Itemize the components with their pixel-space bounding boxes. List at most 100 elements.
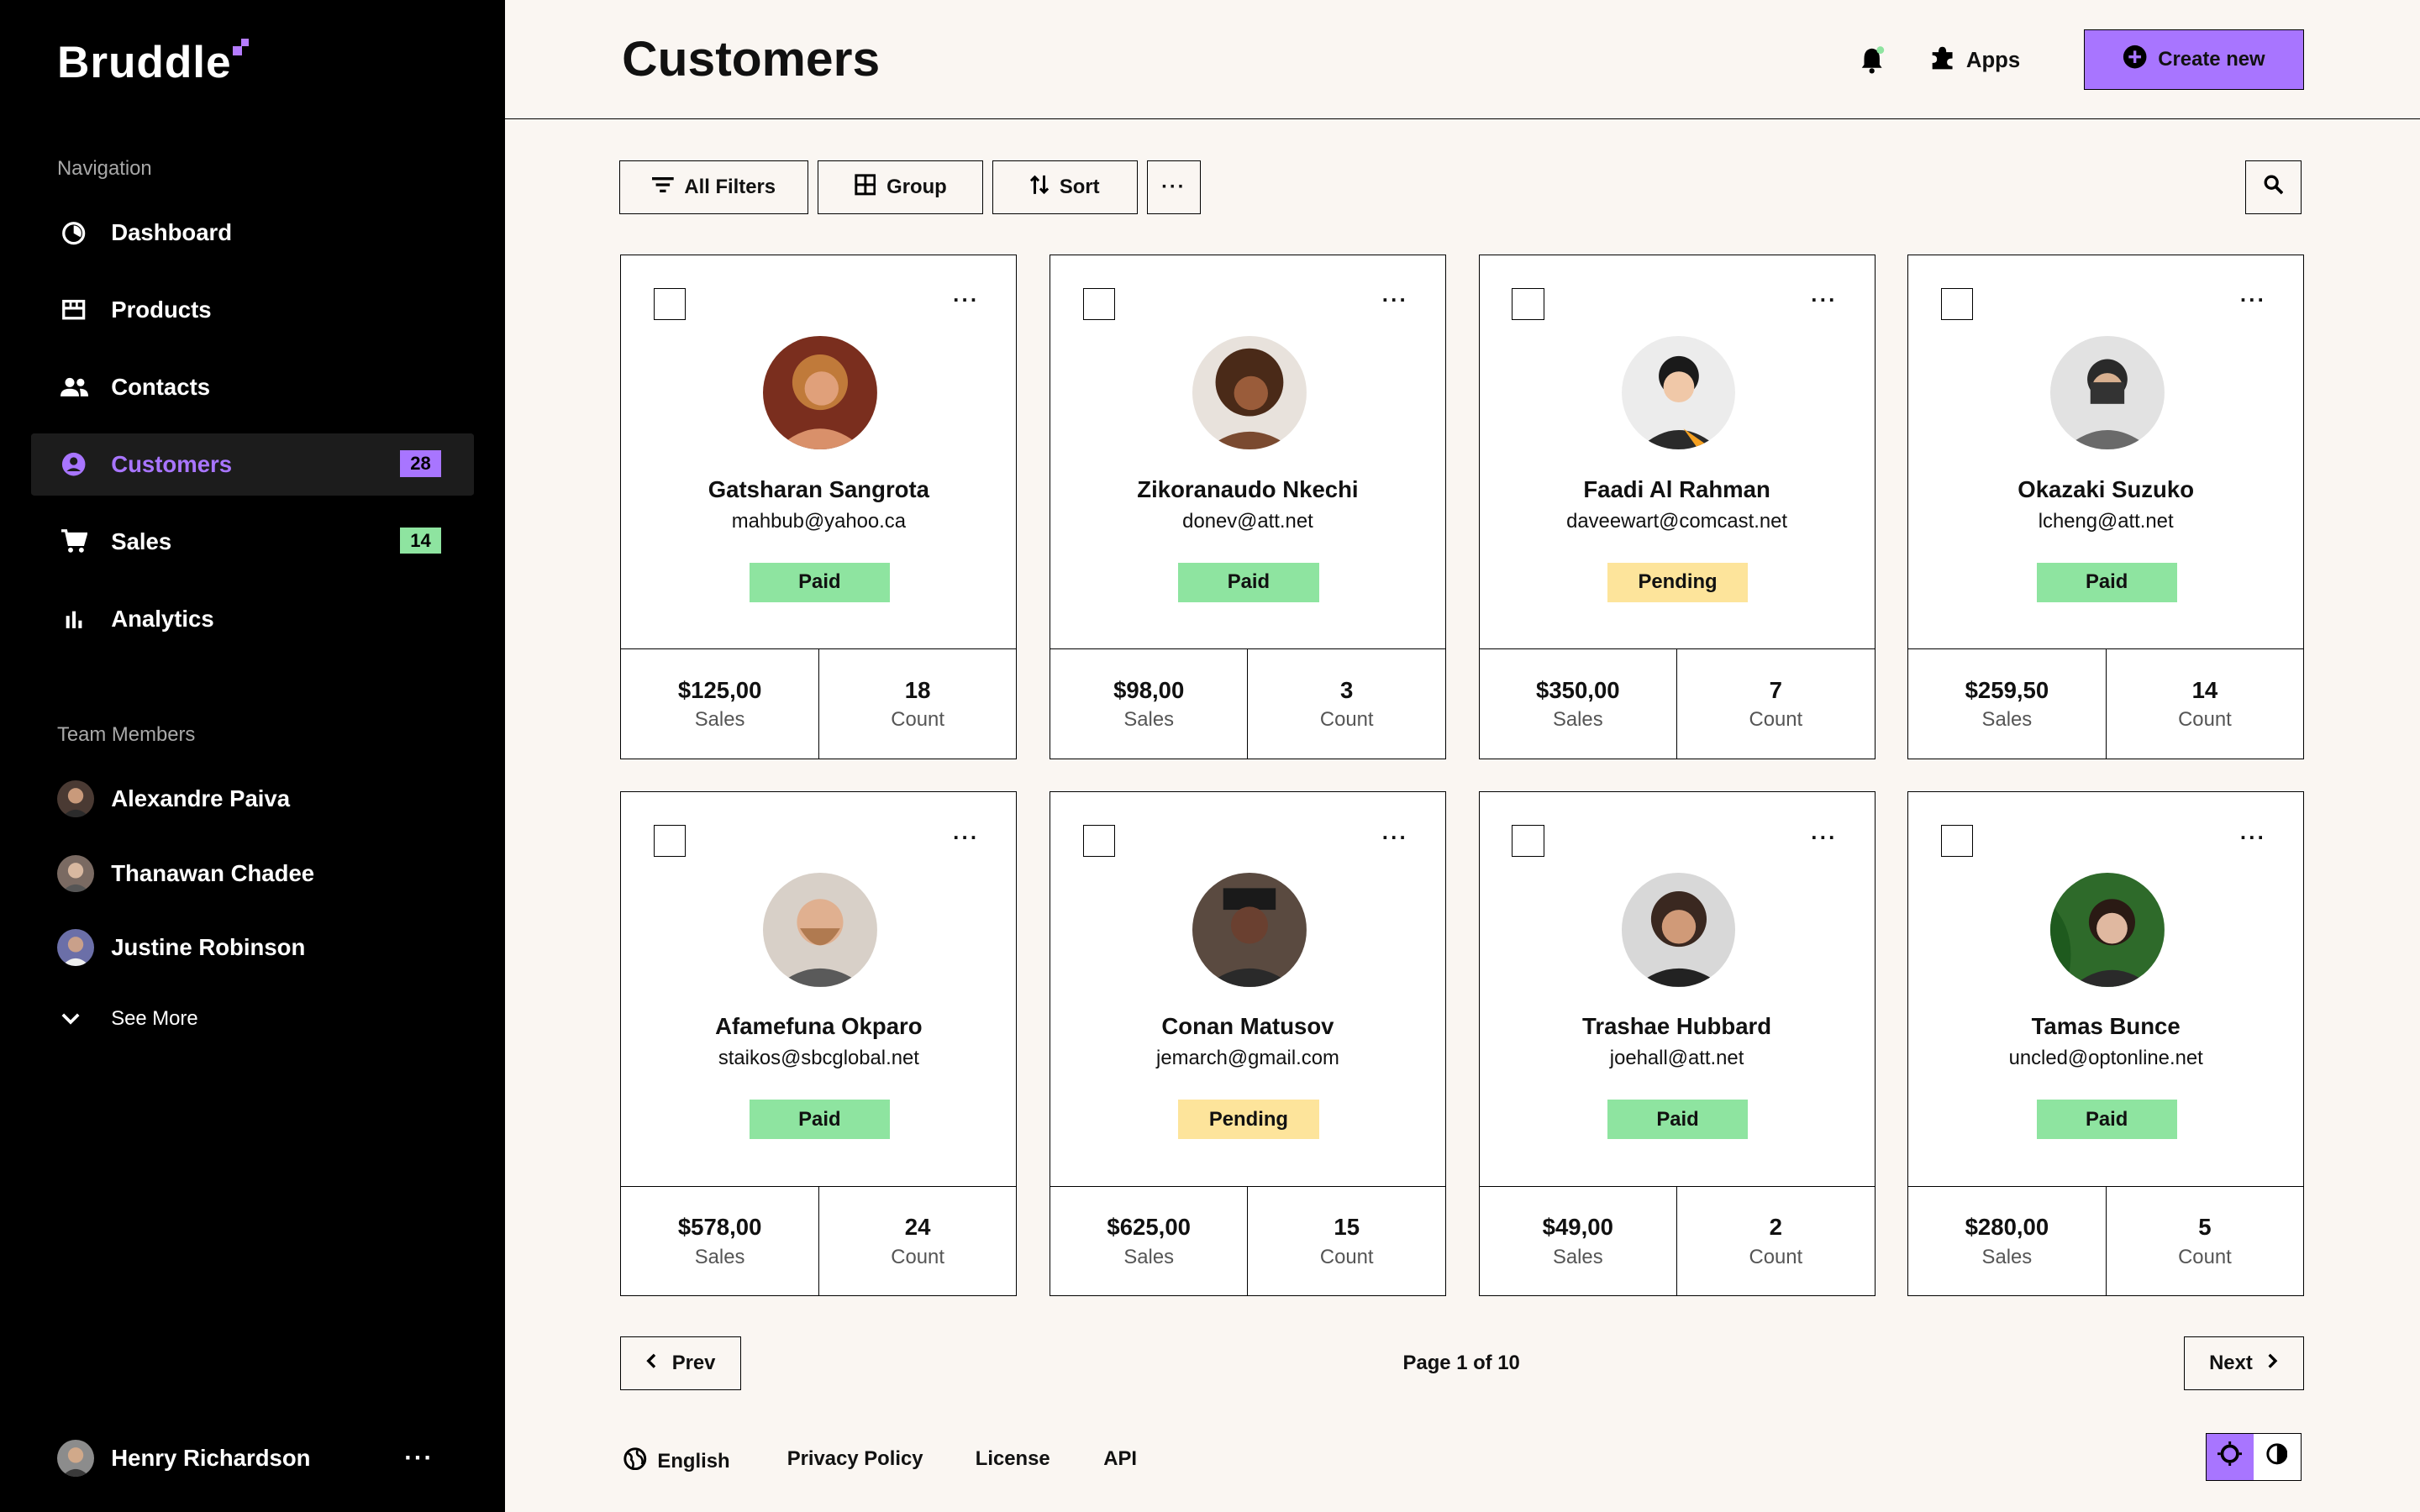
- language-label: English: [657, 1450, 730, 1473]
- avatar: [56, 1439, 95, 1477]
- customer-card[interactable]: ··· Trashae Hubbard joehall@att.net Paid…: [1478, 791, 1876, 1296]
- sales-count-badge: 14: [399, 528, 442, 554]
- all-filters-label: All Filters: [684, 176, 776, 199]
- customer-card[interactable]: ··· Tamas Bunce uncled@optonline.net Pai…: [1907, 791, 2305, 1296]
- card-checkbox[interactable]: [1512, 287, 1544, 321]
- license-link[interactable]: License: [976, 1447, 1050, 1471]
- card-more-button[interactable]: ···: [1811, 289, 1837, 313]
- group-button[interactable]: Group: [818, 160, 983, 215]
- sales-label: Sales: [1981, 1245, 2033, 1268]
- user-more-button[interactable]: ···: [404, 1444, 434, 1473]
- card-more-button[interactable]: ···: [953, 289, 979, 313]
- customer-avatar: [763, 872, 878, 987]
- sidebar-item-label: Contacts: [111, 373, 211, 400]
- sidebar-item-label: Products: [111, 297, 212, 323]
- status-badge: Paid: [2036, 562, 2177, 603]
- more-options-button[interactable]: ···: [1146, 160, 1201, 215]
- customer-card[interactable]: ··· Conan Matusov jemarch@gmail.com Pend…: [1049, 791, 1446, 1296]
- card-checkbox[interactable]: [1940, 287, 1974, 321]
- sidebar-item-products[interactable]: Products: [31, 279, 474, 340]
- see-more-button[interactable]: See More: [61, 1007, 198, 1031]
- api-link[interactable]: API: [1103, 1447, 1137, 1471]
- count-label: Count: [891, 708, 944, 732]
- customer-card[interactable]: ··· Zikoranaudo Nkechi donev@att.net Pai…: [1049, 255, 1446, 759]
- card-more-button[interactable]: ···: [1382, 827, 1408, 851]
- card-more-button[interactable]: ···: [1811, 827, 1837, 851]
- count-label: Count: [2178, 708, 2232, 732]
- app-logo[interactable]: Bruddle: [56, 37, 249, 88]
- sidebar-item-contacts[interactable]: Contacts: [31, 356, 474, 417]
- app-name: Bruddle: [56, 38, 232, 88]
- dark-mode-button[interactable]: [2254, 1434, 2301, 1480]
- apps-button[interactable]: Apps: [1929, 45, 2020, 76]
- status-badge: Pending: [1607, 562, 1749, 603]
- language-selector[interactable]: English: [623, 1447, 730, 1477]
- sidebar-item-sales[interactable]: Sales 14: [31, 511, 474, 572]
- dashboard-icon: [60, 219, 88, 247]
- prev-page-button[interactable]: Prev: [620, 1336, 741, 1390]
- customer-card[interactable]: ··· Okazaki Suzuko lcheng@att.net Paid $…: [1907, 255, 2305, 759]
- sidebar-item-analytics[interactable]: Analytics: [31, 588, 474, 649]
- card-stats: $125,00 Sales 18 Count: [621, 648, 1017, 759]
- sidebar-item-dashboard[interactable]: Dashboard: [31, 202, 474, 264]
- sales-value: $280,00: [1965, 1214, 2049, 1240]
- customer-email: donev@att.net: [1182, 510, 1313, 533]
- card-checkbox[interactable]: [1082, 287, 1116, 321]
- customer-email: uncled@optonline.net: [2008, 1047, 2203, 1070]
- card-checkbox[interactable]: [1082, 824, 1116, 858]
- customer-card[interactable]: ··· Afamefuna Okparo staikos@sbcglobal.n…: [620, 791, 1018, 1296]
- count-value: 18: [904, 676, 931, 703]
- filter-icon: [651, 176, 674, 200]
- card-checkbox[interactable]: [653, 287, 687, 321]
- sort-label: Sort: [1059, 176, 1100, 199]
- status-badge: Pending: [1178, 1099, 1319, 1140]
- sales-value: $98,00: [1113, 676, 1185, 703]
- count-value: 24: [904, 1214, 931, 1240]
- card-checkbox[interactable]: [1512, 824, 1544, 858]
- card-more-button[interactable]: ···: [953, 827, 979, 851]
- team-member-name: Alexandre Paiva: [111, 785, 291, 812]
- current-user[interactable]: Henry Richardson ···: [56, 1439, 443, 1477]
- card-checkbox[interactable]: [1940, 824, 1974, 858]
- card-more-button[interactable]: ···: [2240, 827, 2266, 851]
- page-indicator: Page 1 of 10: [1402, 1351, 1520, 1374]
- card-stats: $280,00 Sales 5 Count: [1908, 1185, 2304, 1296]
- notifications-button[interactable]: [1860, 46, 1885, 81]
- customer-avatar: [1192, 872, 1307, 987]
- customer-avatar: [763, 335, 878, 450]
- theme-toggle[interactable]: [2205, 1433, 2302, 1482]
- count-value: 2: [1769, 1214, 1782, 1240]
- plus-circle-icon: [2123, 45, 2147, 75]
- create-new-label: Create new: [2158, 47, 2265, 71]
- team-member-name: Justine Robinson: [111, 933, 306, 960]
- team-member[interactable]: Justine Robinson: [56, 928, 306, 966]
- customer-card[interactable]: ··· Faadi Al Rahman daveewart@comcast.ne…: [1478, 255, 1876, 759]
- sidebar-item-customers[interactable]: Customers 28: [30, 433, 474, 496]
- status-badge: Paid: [749, 562, 890, 603]
- create-new-button[interactable]: Create new: [2083, 29, 2305, 90]
- sort-button[interactable]: Sort: [992, 160, 1138, 215]
- card-more-button[interactable]: ···: [2240, 289, 2266, 313]
- all-filters-button[interactable]: All Filters: [618, 160, 809, 215]
- privacy-policy-link[interactable]: Privacy Policy: [787, 1447, 923, 1471]
- team-member[interactable]: Alexandre Paiva: [56, 780, 291, 818]
- customer-name: Faadi Al Rahman: [1583, 475, 1770, 502]
- sidebar-item-label: Sales: [111, 528, 172, 554]
- customer-card[interactable]: ··· Gatsharan Sangrota mahbub@yahoo.ca P…: [620, 255, 1018, 759]
- team-member[interactable]: Thanawan Chadee: [56, 854, 314, 892]
- sidebar: Bruddle Navigation Dashboard Products Co…: [0, 0, 505, 1512]
- customer-email: staikos@sbcglobal.net: [718, 1047, 919, 1070]
- search-button[interactable]: [2245, 160, 2302, 215]
- sidebar-item-label: Dashboard: [111, 219, 233, 246]
- customer-name: Gatsharan Sangrota: [708, 475, 929, 502]
- sun-icon: [2217, 1441, 2243, 1473]
- team-heading: Team Members: [56, 723, 196, 747]
- card-more-button[interactable]: ···: [1382, 289, 1408, 313]
- card-checkbox[interactable]: [653, 824, 687, 858]
- customer-avatar: [1621, 335, 1736, 450]
- next-page-button[interactable]: Next: [2183, 1336, 2305, 1390]
- light-mode-button[interactable]: [2206, 1434, 2254, 1481]
- card-stats: $350,00 Sales 7 Count: [1479, 648, 1875, 759]
- see-more-label: See More: [111, 1007, 198, 1031]
- products-icon: [60, 297, 88, 324]
